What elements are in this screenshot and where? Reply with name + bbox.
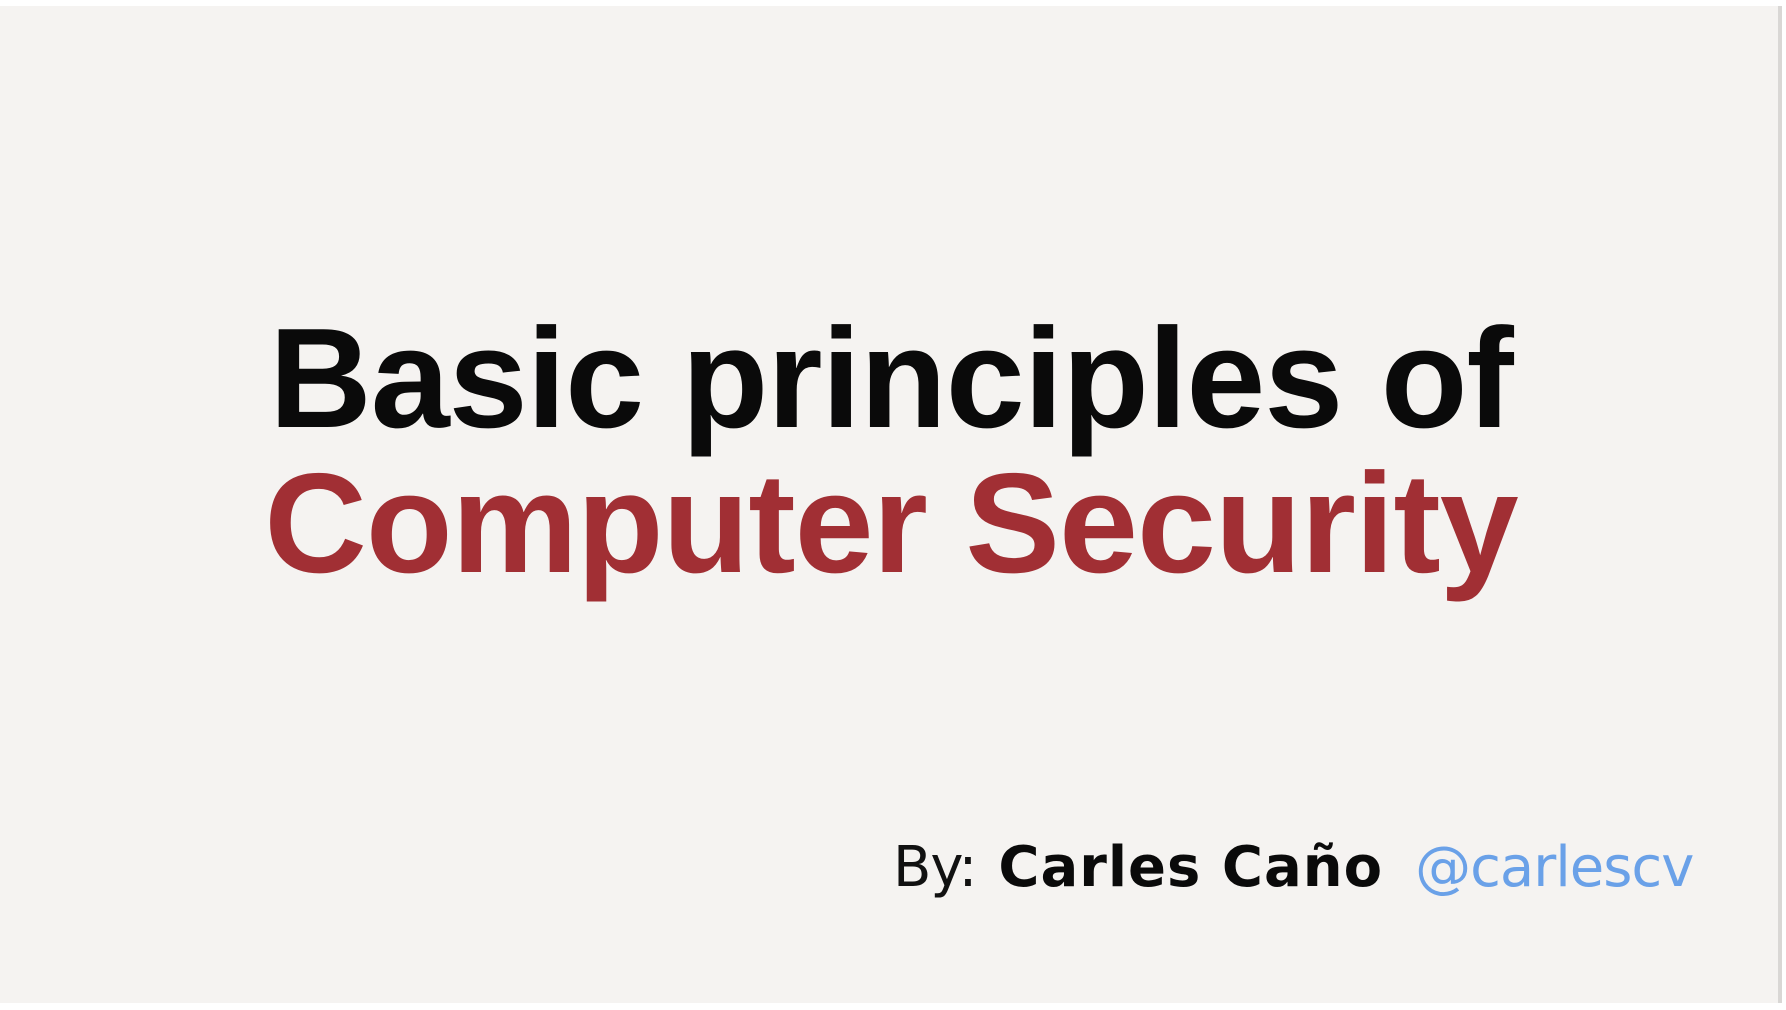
author-name: Carles Caño <box>998 835 1384 900</box>
title-line-2: Computer Security <box>264 444 1518 603</box>
title-line-1: Basic principles of <box>269 299 1514 458</box>
author-handle-link[interactable]: @carlescv <box>1415 835 1694 900</box>
presentation-slide: Basic principles of Computer Security By… <box>0 6 1782 1003</box>
screenshot-frame: Basic principles of Computer Security By… <box>0 0 1786 1010</box>
slide-title: Basic principles of Computer Security <box>0 306 1782 596</box>
byline-prefix: By: <box>893 835 977 900</box>
author-byline: By: Carles Caño @carlescv <box>893 834 1694 902</box>
